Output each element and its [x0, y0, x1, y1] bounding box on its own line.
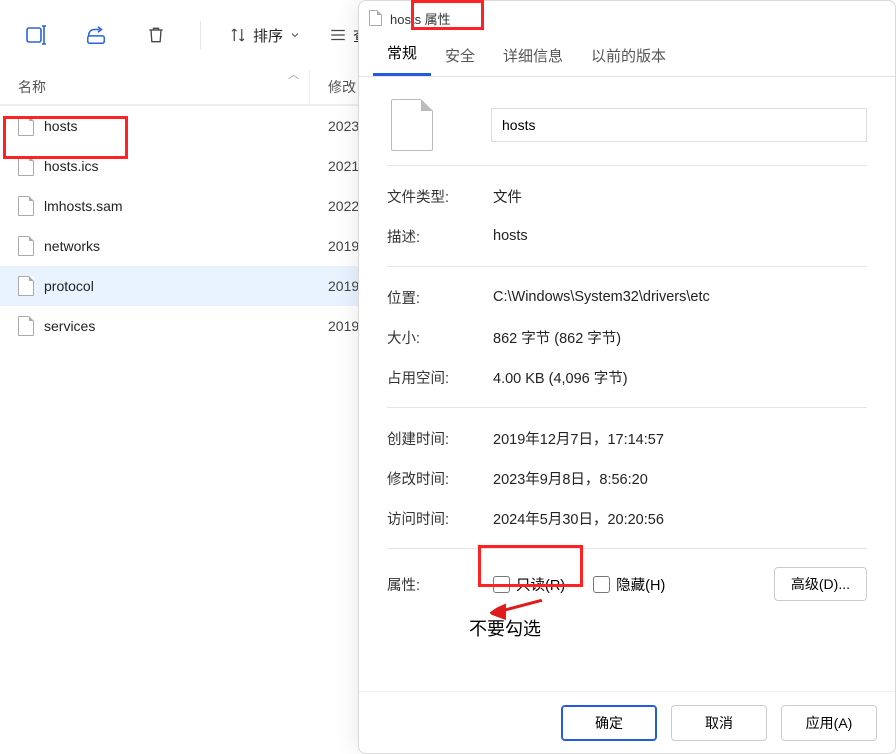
checkbox-box-icon	[593, 576, 610, 593]
hidden-label: 隐藏(H)	[616, 574, 665, 595]
location-label: 位置:	[387, 287, 493, 308]
location-value: C:\Windows\System32\drivers\etc	[493, 289, 710, 305]
modified-value: 2023年9月8日，8:56:20	[493, 468, 648, 489]
delete-icon[interactable]	[140, 19, 172, 51]
size-value: 862 字节 (862 字节)	[493, 327, 621, 348]
size-label: 大小:	[387, 327, 493, 348]
readonly-checkbox[interactable]: 只读(R)	[493, 574, 565, 595]
hidden-checkbox[interactable]: 隐藏(H)	[593, 574, 665, 595]
file-icon	[18, 196, 34, 216]
column-name-header[interactable]: 名称 ︿	[0, 70, 310, 104]
tab-previous-versions[interactable]: 以前的版本	[577, 35, 680, 76]
created-value: 2019年12月7日，17:14:57	[493, 428, 664, 449]
advanced-button[interactable]: 高级(D)...	[774, 567, 867, 601]
file-name: hosts.ics	[44, 158, 98, 174]
cancel-button[interactable]: 取消	[671, 705, 767, 741]
description-value: hosts	[493, 228, 528, 244]
checkbox-box-icon	[493, 576, 510, 593]
sort-asc-icon: ︿	[288, 66, 299, 82]
rename-icon[interactable]	[20, 19, 52, 51]
file-icon	[18, 276, 34, 296]
modified-label: 修改时间:	[387, 468, 493, 489]
file-type-value: 文件	[493, 186, 522, 207]
accessed-value: 2024年5月30日，20:20:56	[493, 508, 664, 529]
tab-details[interactable]: 详细信息	[489, 35, 577, 76]
sort-button-label: 排序	[253, 25, 283, 46]
apply-button[interactable]: 应用(A)	[781, 705, 877, 741]
file-icon	[18, 116, 34, 136]
file-icon	[369, 10, 382, 26]
sort-button[interactable]: 排序	[229, 25, 301, 46]
dialog-footer: 确定 取消 应用(A)	[359, 691, 895, 753]
share-icon[interactable]	[80, 19, 112, 51]
file-name: lmhosts.sam	[44, 198, 123, 214]
file-icon	[18, 316, 34, 336]
column-name-label: 名称	[18, 77, 46, 97]
dialog-title-text: hosts 属性	[390, 9, 451, 28]
file-icon	[18, 236, 34, 256]
readonly-label: 只读(R)	[516, 574, 565, 595]
attributes-label: 属性:	[387, 574, 493, 595]
ok-button[interactable]: 确定	[561, 705, 657, 741]
big-file-icon	[391, 99, 433, 151]
tabs: 常规 安全 详细信息 以前的版本	[359, 35, 895, 77]
file-type-label: 文件类型:	[387, 186, 493, 207]
accessed-label: 访问时间:	[387, 508, 493, 529]
properties-body: 文件类型: 文件 描述: hosts 位置: C:\Windows\System…	[359, 77, 895, 691]
chevron-down-icon	[289, 29, 301, 41]
tab-general[interactable]: 常规	[373, 32, 431, 76]
file-name: services	[44, 318, 95, 334]
properties-dialog: hosts 属性 常规 安全 详细信息 以前的版本 文件类型: 文件 描述: h…	[358, 0, 896, 754]
file-icon	[18, 156, 34, 176]
file-name: hosts	[44, 118, 77, 134]
file-name: networks	[44, 238, 100, 254]
created-label: 创建时间:	[387, 428, 493, 449]
size-on-disk-label: 占用空间:	[387, 367, 493, 388]
file-name: protocol	[44, 278, 94, 294]
file-name-input[interactable]	[491, 108, 867, 142]
size-on-disk-value: 4.00 KB (4,096 字节)	[493, 367, 628, 388]
description-label: 描述:	[387, 226, 493, 247]
tab-security[interactable]: 安全	[431, 35, 489, 76]
dialog-titlebar[interactable]: hosts 属性	[359, 1, 895, 35]
